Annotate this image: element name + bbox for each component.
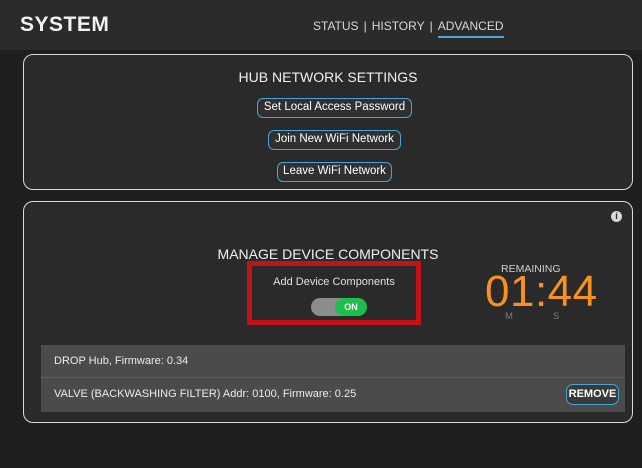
manage-device-components-panel: i MANAGE DEVICE COMPONENTS Add Device Co… (23, 201, 633, 423)
list-item: VALVE (BACKWASHING FILTER) Addr: 0100, F… (41, 378, 625, 411)
device-hub-info: DROP Hub, Firmware: 0.34 (54, 355, 189, 367)
page-title: SYSTEM (20, 13, 110, 36)
tab-separator: | (363, 19, 367, 33)
tab-status[interactable]: STATUS (313, 19, 359, 33)
timer-minutes-unit: M (505, 311, 513, 322)
tab-separator: | (429, 19, 433, 33)
hub-network-settings-panel: HUB NETWORK SETTINGS Set Local Access Pa… (23, 54, 633, 190)
remove-button[interactable]: REMOVE (566, 384, 619, 405)
toggle-on-indicator: ON (335, 298, 367, 316)
list-item: DROP Hub, Firmware: 0.34 (41, 345, 625, 378)
tab-advanced[interactable]: ADVANCED (437, 19, 504, 38)
countdown-timer: 01:44 (485, 267, 598, 316)
tab-history[interactable]: HISTORY (372, 19, 425, 33)
add-device-components-label: Add Device Components (273, 276, 395, 288)
tab-bar: STATUS | HISTORY | ADVANCED (313, 19, 504, 38)
add-device-components-toggle[interactable]: ON (311, 298, 367, 316)
device-component-list: DROP Hub, Firmware: 0.34 VALVE (BACKWASH… (41, 345, 625, 412)
timer-seconds-unit: S (553, 311, 560, 322)
set-local-access-password-button[interactable]: Set Local Access Password (257, 98, 412, 118)
hub-network-settings-title: HUB NETWORK SETTINGS (238, 69, 418, 85)
join-new-wifi-network-button[interactable]: Join New WiFi Network (268, 130, 401, 150)
top-bar: SYSTEM STATUS | HISTORY | ADVANCED (0, 0, 642, 50)
leave-wifi-network-button[interactable]: Leave WiFi Network (277, 162, 392, 182)
add-device-components-highlight: Add Device Components ON (247, 261, 421, 325)
device-valve-info: VALVE (BACKWASHING FILTER) Addr: 0100, F… (54, 388, 357, 400)
info-icon[interactable]: i (611, 211, 622, 222)
manage-device-components-title: MANAGE DEVICE COMPONENTS (217, 246, 439, 262)
